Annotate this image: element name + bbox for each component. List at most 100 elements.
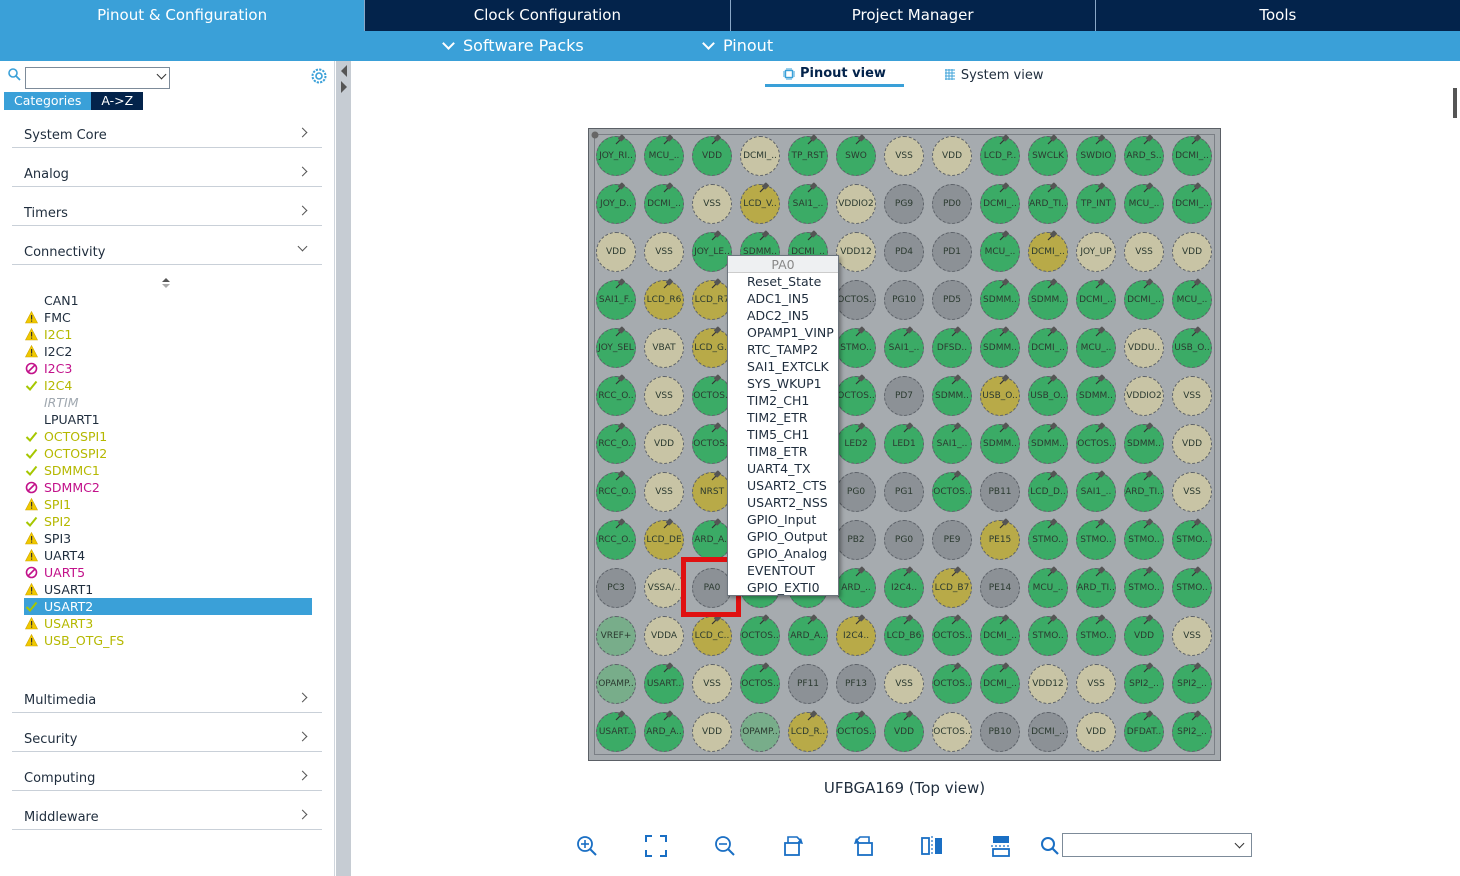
zoom-in-icon[interactable] [576,835,598,857]
category-computing[interactable]: Computing [12,765,322,791]
pin-B3[interactable]: VSS [692,184,732,224]
pin-L1[interactable]: OPAMP.. [596,664,636,704]
category-analog[interactable]: Analog [12,161,322,187]
pin-E2[interactable]: VBAT [644,328,684,368]
pin-J9[interactable]: PE14 [980,568,1020,608]
pin-search-input[interactable] [1062,833,1252,857]
peripheral-item-usart3[interactable]: USART3 [24,615,312,632]
peripheral-item-sdmmc2[interactable]: SDMMC2 [24,479,312,496]
tab-clock-configuration[interactable]: Clock Configuration [365,0,731,31]
category-middleware[interactable]: Middleware [12,804,322,830]
pin-C12[interactable]: VSS [1124,232,1164,272]
pin-I7[interactable]: PG0 [884,520,924,560]
pin-C1[interactable]: VDD [596,232,636,272]
scroll-handle[interactable] [1450,88,1460,118]
tab-categories[interactable]: Categories [4,92,92,110]
peripheral-item-i2c4[interactable]: I2C4 [24,377,312,394]
pin-M4[interactable]: OPAMP.. [740,712,780,752]
pin-J1[interactable]: PC3 [596,568,636,608]
pin-function-usart2-nss[interactable]: USART2_NSS [728,494,838,511]
pin-H2[interactable]: VSS [644,472,684,512]
peripheral-item-fmc[interactable]: FMC [24,309,312,326]
pin-M3[interactable]: VDD [692,712,732,752]
peripheral-item-irtim[interactable]: IRTIM [24,394,312,411]
pin-M8[interactable]: OCTOS.. [932,712,972,752]
pin-M9[interactable]: PB10 [980,712,1020,752]
pin-C11[interactable]: JOY_UP [1076,232,1116,272]
pin-function-gpio-output[interactable]: GPIO_Output [728,528,838,545]
pin-I8[interactable]: PE9 [932,520,972,560]
peripheral-item-usart1[interactable]: USART1 [24,581,312,598]
pin-F13[interactable]: VSS [1172,376,1212,416]
pin-C7[interactable]: PD4 [884,232,924,272]
pin-function-gpio-analog[interactable]: GPIO_Analog [728,545,838,562]
pin-B8[interactable]: PD0 [932,184,972,224]
chevron-down-icon[interactable] [1234,838,1245,849]
peripheral-item-spi3[interactable]: SPI3 [24,530,312,547]
zoom-out-icon[interactable] [714,835,736,857]
tab-tools[interactable]: Tools [1096,0,1460,31]
peripheral-item-lpuart1[interactable]: LPUART1 [24,411,312,428]
pin-H7[interactable]: PG1 [884,472,924,512]
rotate-left-icon[interactable] [852,835,874,857]
pin-function-tim8-etr[interactable]: TIM8_ETR [728,443,838,460]
pin-F12[interactable]: VDDIO2 [1124,376,1164,416]
peripheral-item-octospi1[interactable]: OCTOSPI1 [24,428,312,445]
pin-B7[interactable]: PG9 [884,184,924,224]
peripheral-item-i2c3[interactable]: I2C3 [24,360,312,377]
pin-K13[interactable]: VSS [1172,616,1212,656]
pin-L3[interactable]: VSS [692,664,732,704]
peripheral-item-uart4[interactable]: UART4 [24,547,312,564]
pin-D6[interactable]: OCTOS.. [836,280,876,320]
pin-function-tim2-etr[interactable]: TIM2_ETR [728,409,838,426]
peripheral-item-usart2[interactable]: USART2 [24,598,312,615]
gear-icon[interactable] [310,67,328,85]
pin-M10[interactable]: DCMI_.. [1028,712,1068,752]
pin-function-reset-state[interactable]: Reset_State [728,273,838,290]
pin-G13[interactable]: VDD [1172,424,1212,464]
pin-K2[interactable]: VDDA [644,616,684,656]
pin-A8[interactable]: VDD [932,136,972,176]
pin-L11[interactable]: VSS [1076,664,1116,704]
pin-H6[interactable]: PG0 [836,472,876,512]
pin-C8[interactable]: PD1 [932,232,972,272]
peripheral-item-i2c2[interactable]: I2C2 [24,343,312,360]
pin-D7[interactable]: PG10 [884,280,924,320]
peripheral-item-can1[interactable]: CAN1 [24,292,312,309]
search-icon[interactable] [1039,835,1061,857]
pin-M11[interactable]: VDD [1076,712,1116,752]
category-multimedia[interactable]: Multimedia [12,687,322,713]
fit-icon[interactable] [645,835,667,857]
peripheral-item-usb_otg_fs[interactable]: USB_OTG_FS [24,632,312,649]
pin-function-sys-wkup1[interactable]: SYS_WKUP1 [728,375,838,392]
panel-splitter[interactable] [336,61,351,876]
pin-function-tim2-ch1[interactable]: TIM2_CH1 [728,392,838,409]
pin-function-eventout[interactable]: EVENTOUT [728,562,838,579]
peripheral-item-spi1[interactable]: SPI1 [24,496,312,513]
tab-system-view[interactable]: System view [926,66,1062,87]
collapse-left-icon[interactable] [341,65,347,77]
chevron-down-icon[interactable] [156,69,167,80]
pin-function-adc2-in5[interactable]: ADC2_IN5 [728,307,838,324]
category-security[interactable]: Security [12,726,322,752]
software-packs-menu[interactable]: Software Packs [442,36,584,55]
pin-B6[interactable]: VDDIO2 [836,184,876,224]
search-icon[interactable] [8,68,21,81]
search-input[interactable] [25,67,170,89]
pin-J2[interactable]: VSSA/.. [644,568,684,608]
pin-function-adc1-in5[interactable]: ADC1_IN5 [728,290,838,307]
peripheral-item-i2c1[interactable]: I2C1 [24,326,312,343]
pin-function-gpio-input[interactable]: GPIO_Input [728,511,838,528]
pin-C13[interactable]: VDD [1172,232,1212,272]
tab-pinout-view[interactable]: Pinout view [765,66,904,87]
peripheral-item-sdmmc1[interactable]: SDMMC1 [24,462,312,479]
pin-L6[interactable]: PF13 [836,664,876,704]
pin-C2[interactable]: VSS [644,232,684,272]
pin-L10[interactable]: VDD12 [1028,664,1068,704]
pin-A7[interactable]: VSS [884,136,924,176]
pin-A4[interactable]: DCMI_.. [740,136,780,176]
rotate-right-icon[interactable] [783,835,805,857]
category-connectivity[interactable]: Connectivity [12,239,322,265]
pin-L7[interactable]: VSS [884,664,924,704]
pin-F2[interactable]: VSS [644,376,684,416]
